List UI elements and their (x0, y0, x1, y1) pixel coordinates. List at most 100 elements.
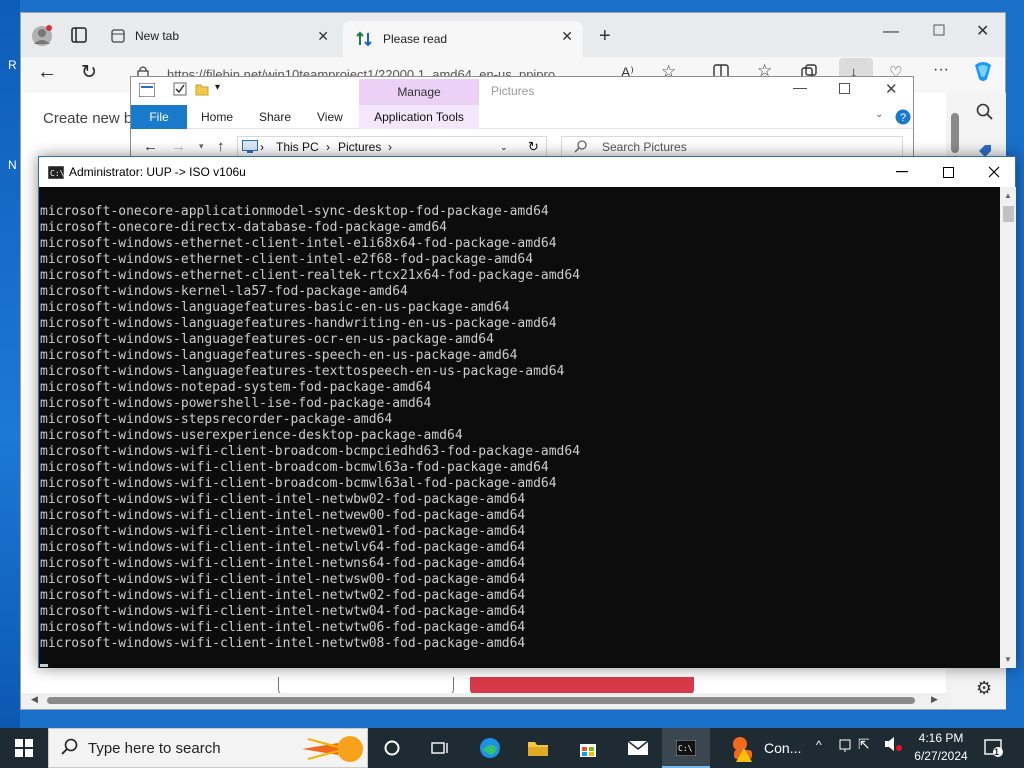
horizontal-scrollbar-thumb[interactable] (47, 697, 915, 704)
newtab-favicon-icon (111, 29, 125, 43)
maximize-icon[interactable] (925, 157, 971, 187)
breadcrumb-pictures[interactable]: Pictures (338, 137, 381, 157)
console-line: microsoft-windows-languagefeatures-basic… (40, 300, 510, 315)
start-windows-icon[interactable] (0, 728, 48, 768)
desktop-icon-label[interactable]: N (8, 158, 17, 172)
input-icon[interactable]: ⇱ (858, 736, 870, 753)
scroll-left-arrow-icon[interactable]: ◀ (31, 694, 38, 705)
tab-new-tab[interactable]: New tab ✕ (111, 21, 339, 51)
console-line: microsoft-windows-ethernet-client-intel-… (40, 236, 557, 251)
search-icon[interactable] (976, 103, 994, 121)
new-tab-plus-icon[interactable]: + (599, 25, 611, 48)
cmd-window-title: Administrator: UUP -> ISO v106u (69, 165, 246, 179)
warning-app-icon[interactable] (730, 734, 758, 762)
properties-check-icon[interactable] (173, 82, 187, 96)
up-arrow-icon[interactable]: ↑ (217, 138, 225, 155)
help-icon[interactable]: ? (895, 109, 911, 125)
breadcrumb-separator-icon: › (326, 140, 330, 154)
refresh-icon[interactable]: ↻ (81, 61, 97, 84)
console-line: microsoft-windows-wifi-client-intel-netw… (40, 556, 526, 571)
clock-time[interactable]: 4:16 PM (916, 731, 966, 745)
ribbon-tab-file[interactable]: File (131, 105, 187, 129)
minimize-icon[interactable]: — (793, 79, 807, 95)
search-highlight-icon[interactable] (298, 729, 368, 767)
close-icon[interactable]: ✕ (561, 28, 573, 45)
back-arrow-icon[interactable]: ← (143, 138, 158, 155)
network-icon[interactable] (838, 738, 852, 752)
scroll-down-arrow-icon[interactable]: ▼ (1004, 655, 1012, 664)
new-folder-icon[interactable] (195, 82, 209, 96)
copilot-icon[interactable] (971, 59, 995, 83)
console-line: microsoft-windows-wifi-client-broadcom-b… (40, 476, 557, 491)
svg-text:?: ? (900, 112, 906, 124)
console-lines: microsoft-onecore-applicationmodel-sync-… (40, 204, 580, 652)
ribbon-tab-share[interactable]: Share (259, 105, 291, 129)
scroll-right-arrow-icon[interactable]: ▶ (931, 694, 938, 705)
command-prompt-window: C:\ Administrator: UUP -> ISO v106u micr… (38, 156, 1016, 668)
ribbon-tab-application-tools[interactable]: Application Tools (359, 105, 479, 129)
tab-label: New tab (135, 29, 180, 43)
edge-browser-icon[interactable] (466, 728, 514, 768)
close-window-icon[interactable]: ✕ (976, 21, 989, 41)
console-line: microsoft-windows-wifi-client-intel-netw… (40, 604, 526, 619)
console-scrollbar[interactable] (1000, 187, 1016, 668)
search-icon (60, 738, 78, 756)
console-line: microsoft-windows-wifi-client-broadcom-b… (40, 444, 581, 459)
breadcrumb-separator-icon: › (388, 140, 392, 154)
volume-muted-icon[interactable] (884, 736, 902, 752)
more-options-icon[interactable]: ··· (933, 61, 949, 79)
taskbar-app-label[interactable]: Con... (764, 740, 801, 756)
console-line: microsoft-windows-userexperience-desktop… (40, 428, 463, 443)
back-arrow-icon[interactable]: ← (37, 61, 57, 84)
clock-date[interactable]: 6/27/2024 (908, 749, 974, 763)
close-window-icon[interactable]: ✕ (885, 80, 898, 98)
console-line: microsoft-windows-wifi-client-intel-netw… (40, 540, 526, 555)
desktop-icon-label[interactable]: R (8, 58, 17, 72)
file-explorer-icon[interactable] (514, 728, 562, 768)
taskbar-search-placeholder: Type here to search (88, 740, 221, 757)
mail-envelope-icon[interactable] (614, 728, 662, 768)
console-line: microsoft-windows-languagefeatures-handw… (40, 316, 557, 331)
search-icon (574, 140, 587, 153)
console-line: microsoft-windows-wifi-client-intel-netw… (40, 636, 526, 651)
taskbar-cmd-button[interactable]: C:\ (662, 728, 710, 768)
explorer-ribbon (131, 105, 913, 129)
maximize-icon[interactable] (839, 83, 850, 94)
console-output[interactable]: microsoft-onecore-applicationmodel-sync-… (39, 187, 1000, 668)
address-dropdown-icon[interactable]: ⌄ (500, 137, 508, 157)
breadcrumb-separator-icon: › (260, 140, 264, 154)
svg-text:C:\: C:\ (678, 744, 693, 753)
profile-avatar-icon[interactable] (31, 25, 53, 47)
console-cursor (40, 664, 48, 667)
forward-arrow-icon[interactable]: → (171, 138, 186, 155)
settings-gear-icon[interactable]: ⚙ (976, 678, 992, 699)
console-line: microsoft-windows-wifi-client-intel-netw… (40, 492, 526, 507)
page-scrollbar-thumb[interactable] (951, 113, 959, 153)
breadcrumb-this-pc[interactable]: This PC (276, 137, 319, 157)
close-icon[interactable]: ✕ (317, 28, 329, 45)
ribbon-expand-icon[interactable]: ⌄ (875, 109, 883, 120)
scroll-up-arrow-icon[interactable]: ▲ (1004, 191, 1012, 200)
cortana-circle-icon[interactable] (368, 728, 416, 768)
store-bag-icon[interactable] (564, 728, 612, 768)
console-line: microsoft-windows-ethernet-client-intel-… (40, 252, 534, 267)
chevron-up-icon[interactable]: ^ (816, 738, 822, 752)
minimize-icon[interactable]: — (883, 23, 899, 41)
minimize-icon[interactable] (879, 157, 925, 187)
ribbon-tab-view[interactable]: View (317, 105, 343, 129)
console-line: microsoft-windows-wifi-client-intel-netw… (40, 588, 526, 603)
tab-actions-icon[interactable] (71, 27, 87, 43)
close-window-icon[interactable] (971, 157, 1017, 187)
refresh-icon[interactable]: ↻ (528, 137, 539, 157)
tab-please-read[interactable]: Please read ✕ (343, 21, 583, 57)
maximize-icon[interactable] (933, 24, 945, 36)
manage-context-tab[interactable]: Manage (359, 79, 479, 105)
explorer-address-bar[interactable]: › This PC › Pictures › ⌄ ↻ (237, 136, 547, 158)
ribbon-tab-home[interactable]: Home (201, 105, 233, 129)
this-pc-icon (242, 140, 258, 153)
quick-access-dropdown-icon[interactable]: ▾ (215, 82, 220, 93)
task-view-icon[interactable] (416, 728, 464, 768)
explorer-search-input[interactable]: Search Pictures (561, 136, 903, 158)
recent-locations-icon[interactable]: ▾ (199, 141, 204, 152)
console-scrollbar-thumb[interactable] (1003, 206, 1014, 222)
